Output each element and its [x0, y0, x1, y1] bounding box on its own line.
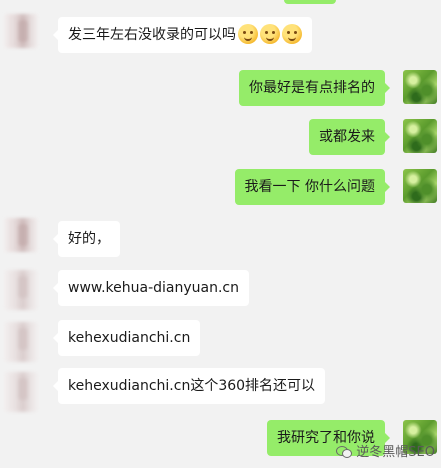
contact-avatar	[4, 372, 38, 412]
message-text: 好的，	[68, 231, 110, 247]
message-text: kehexudianchi.cn这个360排名还可以	[68, 378, 316, 394]
message-text: 你最好是有点排名的	[249, 80, 375, 96]
contact-avatar[interactable]	[4, 218, 38, 252]
contact-avatar	[4, 270, 38, 310]
incoming-message[interactable]: www.kehua-dianyuan.cn	[53, 270, 249, 306]
contact-avatar	[4, 322, 38, 362]
outgoing-message[interactable]: 你最好是有点排名的	[239, 70, 390, 106]
message-text: 我看一下 你什么问题	[244, 179, 375, 195]
outgoing-message[interactable]: 或都发来	[309, 119, 390, 155]
incoming-message[interactable]: kehexudianchi.cn这个360排名还可以	[52, 368, 326, 404]
message-link[interactable]: kehexudianchi.cn	[68, 330, 190, 346]
outgoing-message[interactable]: 我看一下 你什么问题	[234, 169, 391, 205]
message-text: 或都发来	[319, 129, 375, 145]
incoming-message[interactable]: 好的，	[53, 221, 120, 257]
watermark-text: 逆冬黑帽SEO	[356, 445, 435, 460]
my-avatar[interactable]	[403, 70, 437, 104]
watermark: 逆冬黑帽SEO	[336, 441, 435, 460]
message-link[interactable]: www.kehua-dianyuan.cn	[68, 280, 239, 296]
incoming-message[interactable]: kehexudianchi.cn	[52, 320, 201, 356]
message-text: 发三年左右没收录的可以吗	[68, 27, 236, 43]
thinking-emoji-icon	[282, 24, 302, 44]
my-avatar[interactable]	[403, 169, 437, 203]
thinking-emoji-icon	[260, 24, 280, 44]
thinking-emoji-icon	[238, 24, 258, 44]
previous-message-bubble-edge	[284, 0, 336, 4]
wechat-channel-icon	[336, 444, 353, 458]
incoming-message[interactable]: 发三年左右没收录的可以吗	[53, 17, 312, 53]
contact-avatar[interactable]	[4, 14, 38, 48]
my-avatar[interactable]	[403, 119, 437, 153]
